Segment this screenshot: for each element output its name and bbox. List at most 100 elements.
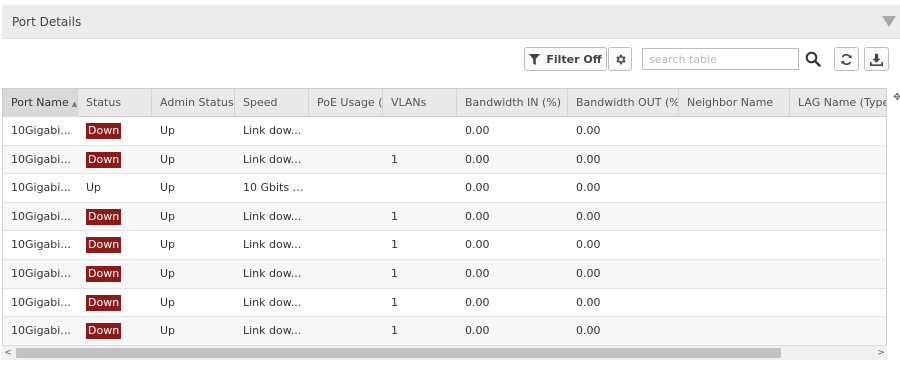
collapse-triangle-icon[interactable] [882, 16, 896, 27]
table-row[interactable]: 10Gigabi... Down Up Link dow... 1 0.00 0.00 [3, 317, 886, 346]
column-header-status[interactable]: Status [78, 89, 152, 117]
cell-admin-status: Up [160, 238, 176, 252]
table-row[interactable]: 10Gigabi... Up Up 10 Gbits ... 0.00 0.00 [3, 174, 886, 203]
column-header-poe-usage[interactable]: PoE Usage (u [309, 89, 383, 117]
search-icon[interactable] [805, 51, 823, 69]
cell-port-name: 10Gigabi... [11, 181, 71, 195]
column-header-bandwidth-in[interactable]: Bandwidth IN (%) [457, 89, 568, 117]
cell-bandwidth-out: 0.00 [576, 152, 601, 166]
cell-bandwidth-out: 0.00 [576, 209, 601, 223]
cell-poe-usage [309, 203, 383, 231]
cell-speed: Link dow... [243, 209, 302, 223]
cell-bandwidth-out: 0.00 [576, 267, 601, 280]
cell-bandwidth-in: 0.00 [465, 267, 490, 280]
cell-neighbor-name [679, 231, 790, 259]
cell-poe-usage [309, 231, 383, 259]
table-row[interactable]: 10Gigabi... Down Up Link dow... 1 0.00 0.00 [3, 288, 886, 318]
gear-icon [615, 54, 626, 64]
scroll-right-arrow-icon[interactable]: > [875, 346, 887, 360]
filter-toggle-button[interactable]: Filter Off [524, 47, 607, 71]
cell-lag-name [790, 117, 886, 145]
cell-lag-name [790, 260, 886, 288]
cell-bandwidth-out: 0.00 [576, 238, 601, 252]
refresh-button[interactable] [834, 47, 859, 71]
cell-speed: Link dow... [243, 324, 302, 338]
status-badge-down: Down [86, 123, 122, 139]
cell-speed: Link dow... [243, 238, 302, 252]
cell-port-name: 10Gigabi... [11, 324, 71, 338]
column-header-port-name[interactable]: Port Name ▲ [3, 89, 78, 117]
table-row[interactable]: 10Gigabi... Down Up Link dow... 1 0.00 0.00 [3, 145, 886, 175]
column-header-speed[interactable]: Speed [235, 89, 309, 117]
cell-bandwidth-out: 0.00 [576, 324, 601, 338]
cell-lag-name [790, 174, 886, 202]
cell-status: Down [78, 317, 152, 345]
cell-bandwidth-out: 0.00 [576, 295, 601, 309]
cell-bandwidth-out: 0.00 [576, 124, 601, 137]
cell-status: Down [78, 203, 152, 231]
table-row[interactable]: 10Gigabi... Down Up Link dow... 1 0.00 0.00 [3, 231, 886, 260]
status-badge-down: Down [86, 151, 122, 168]
cell-port-name: 10Gigabi... [11, 124, 71, 137]
cell-port-name: 10Gigabi... [11, 238, 71, 252]
port-details-table: Port Name ▲ Status Admin Status Speed PoE… [2, 88, 887, 360]
cell-poe-usage [309, 260, 383, 288]
cell-admin-status: Up [160, 209, 176, 223]
cell-poe-usage [309, 174, 383, 202]
cell-vlans: 1 [391, 238, 398, 252]
cell-bandwidth-out: 0.00 [576, 181, 601, 195]
cell-admin-status: Up [160, 324, 176, 338]
cell-status: Down [78, 231, 152, 259]
column-header-admin-status[interactable]: Admin Status [152, 89, 235, 117]
cell-vlans: 1 [391, 324, 398, 338]
cell-vlans [383, 117, 457, 145]
cell-port-name: 10Gigabi... [11, 152, 71, 166]
cell-port-name: 10Gigabi... [11, 209, 71, 223]
cell-status: Down [78, 289, 152, 317]
scroll-left-arrow-icon[interactable]: < [2, 346, 14, 360]
download-button[interactable] [864, 47, 889, 71]
cell-neighbor-name [679, 260, 790, 288]
scrollbar-thumb[interactable] [16, 348, 781, 358]
cell-poe-usage [309, 289, 383, 317]
cell-neighbor-name [679, 317, 790, 345]
column-header-neighbor-name[interactable]: Neighbor Name [679, 89, 790, 117]
table-settings-button[interactable] [608, 47, 632, 71]
cell-vlans: 1 [391, 267, 398, 280]
cell-vlans: 1 [391, 295, 398, 309]
column-header-vlans[interactable]: VLANs [383, 89, 457, 117]
cell-port-name: 10Gigabi... [11, 267, 71, 280]
cell-bandwidth-in: 0.00 [465, 209, 490, 223]
column-header-bandwidth-out[interactable]: Bandwidth OUT (%) [568, 89, 679, 117]
cell-status: Down [78, 260, 152, 288]
cell-admin-status: Up [160, 181, 176, 195]
cell-bandwidth-in: 0.00 [465, 124, 490, 137]
table-header: Port Name ▲ Status Admin Status Speed PoE… [3, 89, 886, 117]
column-header-lag-name[interactable]: LAG Name (Type) [790, 89, 886, 117]
table-row[interactable]: 10Gigabi... Down Up Link dow... 1 0.00 0.00 [3, 202, 886, 232]
sort-ascending-icon: ▲ [71, 100, 78, 108]
cell-lag-name [790, 289, 886, 317]
column-settings-icon[interactable]: ✥ [893, 92, 900, 103]
cell-admin-status: Up [160, 124, 176, 137]
cell-poe-usage [309, 146, 383, 174]
status-badge-down: Down [86, 294, 122, 311]
table-row[interactable]: 10Gigabi... Down Up Link dow... 1 0.00 0.00 [3, 260, 886, 289]
cell-lag-name [790, 203, 886, 231]
horizontal-scrollbar[interactable]: < > [2, 345, 887, 360]
cell-lag-name [790, 146, 886, 174]
cell-speed: 10 Gbits ... [243, 181, 304, 195]
cell-admin-status: Up [160, 267, 176, 280]
table-row[interactable]: 10Gigabi... Down Up Link dow... 0.00 0.00 [3, 117, 886, 146]
refresh-icon [841, 53, 852, 65]
panel-header[interactable]: Port Details [2, 5, 900, 39]
status-badge-down: Down [86, 323, 122, 340]
cell-port-name: 10Gigabi... [11, 295, 71, 309]
download-icon [870, 53, 883, 66]
cell-bandwidth-in: 0.00 [465, 181, 490, 195]
panel-title: Port Details [12, 15, 82, 29]
cell-neighbor-name [679, 174, 790, 202]
cell-bandwidth-in: 0.00 [465, 152, 490, 166]
cell-vlans: 1 [391, 152, 398, 166]
search-input[interactable] [642, 48, 799, 70]
